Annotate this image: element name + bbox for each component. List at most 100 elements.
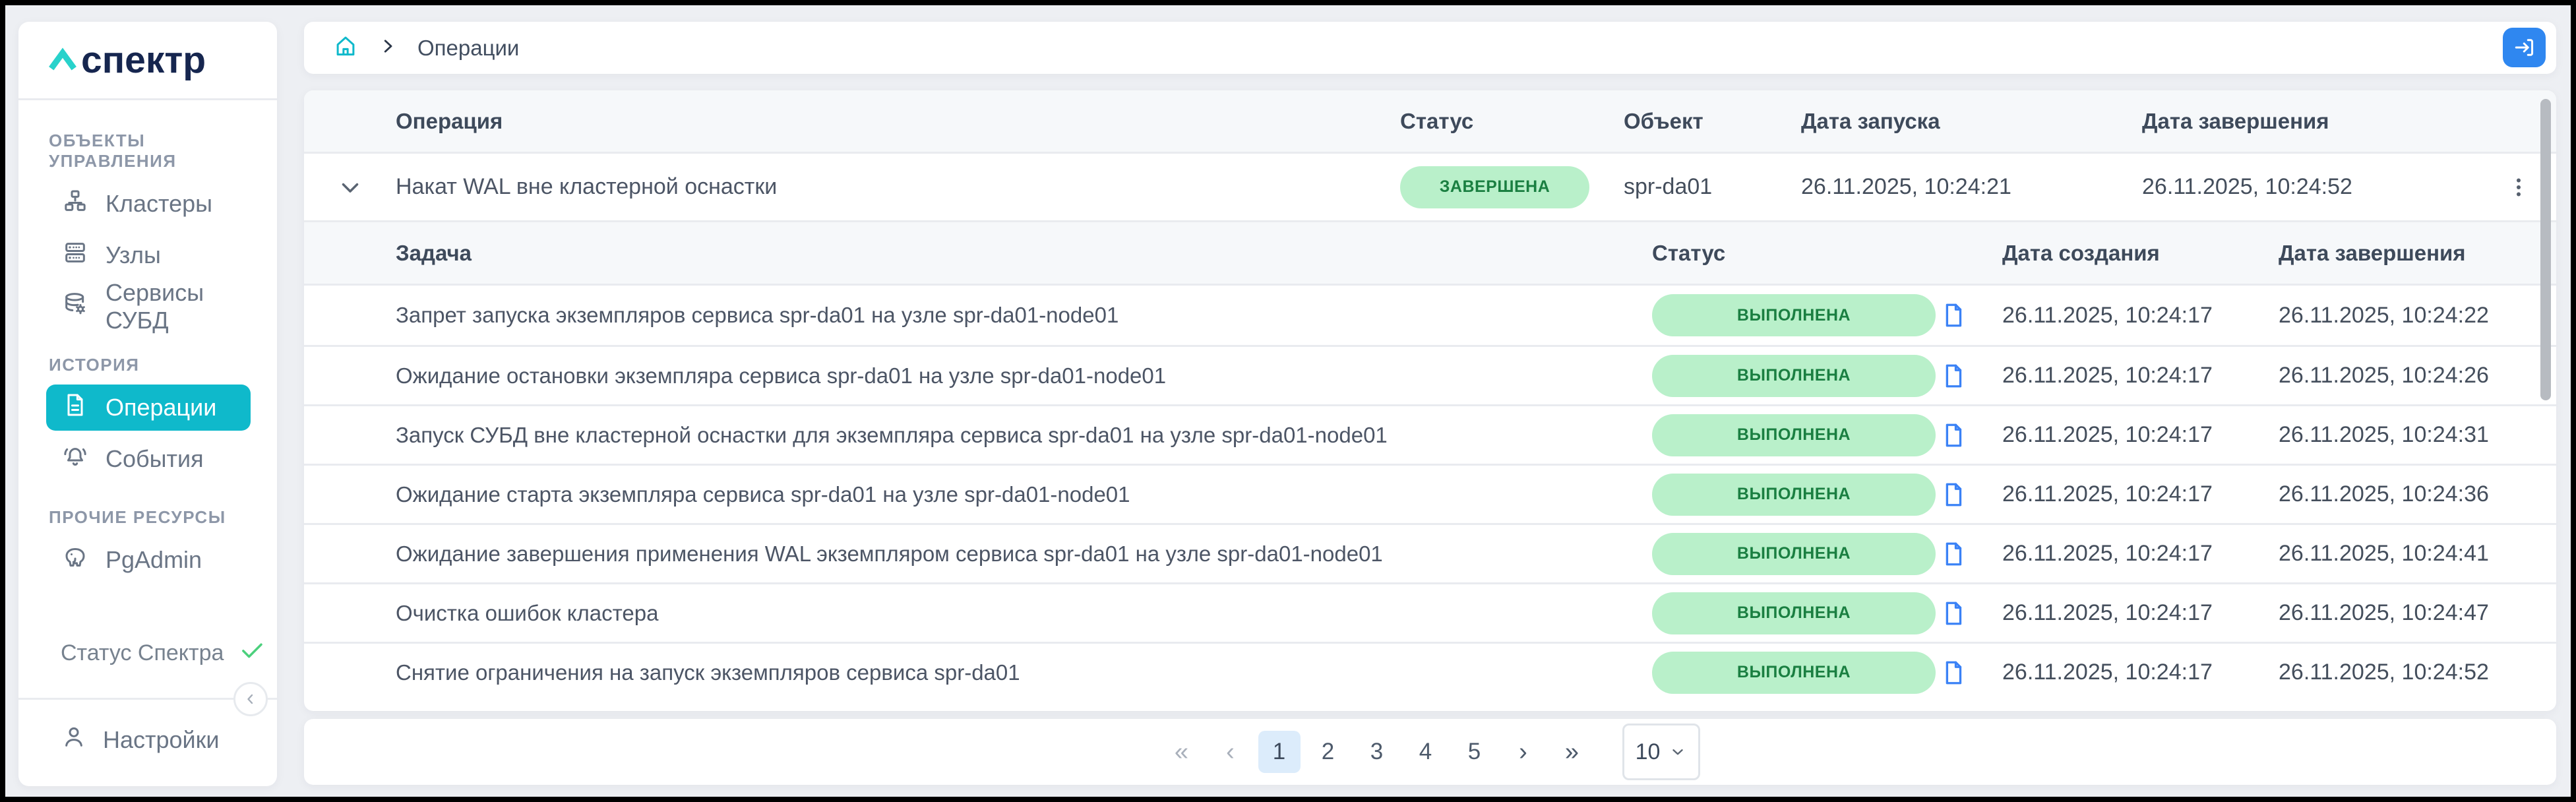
breadcrumb-chevron-icon bbox=[378, 36, 398, 59]
settings-label: Настройки bbox=[103, 726, 220, 754]
task-row: Снятие ограничения на запуск экземпляров… bbox=[304, 642, 2556, 701]
pagination-first-button[interactable]: « bbox=[1161, 731, 1203, 773]
task-created-date: 26.11.2025, 10:24:17 bbox=[2002, 422, 2279, 448]
task-status-badge: ВЫПОЛНЕНА bbox=[1652, 474, 1936, 516]
col-header-object: Объект bbox=[1624, 109, 1801, 134]
sidebar-item-nodes[interactable]: Узлы bbox=[46, 232, 251, 278]
task-name: Запуск СУБД вне кластерной оснастки для … bbox=[396, 423, 1652, 448]
task-log-file-icon[interactable] bbox=[1940, 659, 2002, 687]
task-created-date: 26.11.2025, 10:24:17 bbox=[2002, 363, 2279, 388]
task-status-badge: ВЫПОЛНЕНА bbox=[1652, 592, 1936, 634]
pagination-page-2[interactable]: 2 bbox=[1307, 731, 1349, 773]
task-name: Ожидание завершения применения WAL экзем… bbox=[396, 541, 1652, 567]
task-name: Запрет запуска экземпляров сервиса spr-d… bbox=[396, 303, 1652, 328]
task-status-badge: ВЫПОЛНЕНА bbox=[1652, 533, 1936, 575]
pagination-page-1[interactable]: 1 bbox=[1258, 731, 1301, 773]
task-log-file-icon[interactable] bbox=[1940, 600, 2002, 627]
task-created-date: 26.11.2025, 10:24:17 bbox=[2002, 660, 2279, 685]
col-header-start-date: Дата запуска bbox=[1801, 109, 2142, 134]
section-label-objects: ОБЪЕКТЫ УПРАВЛЕНИЯ bbox=[49, 131, 251, 171]
sidebar-collapse-button[interactable] bbox=[233, 682, 268, 716]
col-header-created-date: Дата создания bbox=[2002, 241, 2279, 266]
task-status-badge: ВЫПОЛНЕНА bbox=[1652, 652, 1936, 694]
chevron-down-icon bbox=[1669, 743, 1686, 760]
task-end-date: 26.11.2025, 10:24:52 bbox=[2279, 660, 2556, 685]
vertical-scrollbar-thumb[interactable] bbox=[2540, 99, 2551, 400]
section-label-other-resources: ПРОЧИЕ РЕСУРСЫ bbox=[49, 507, 251, 528]
task-name: Ожидание старта экземпляра сервиса spr-d… bbox=[396, 482, 1652, 507]
home-icon[interactable] bbox=[333, 34, 358, 62]
operation-name: Накат WAL вне кластерной оснастки bbox=[396, 174, 1400, 200]
task-log-file-icon[interactable] bbox=[1940, 301, 2002, 329]
pagination-prev-button[interactable]: ‹ bbox=[1210, 731, 1252, 773]
task-row: Запрет запуска экземпляров сервиса spr-d… bbox=[304, 286, 2556, 345]
task-row: Очистка ошибок кластера ВЫПОЛНЕНА 26.11.… bbox=[304, 582, 2556, 642]
task-created-date: 26.11.2025, 10:24:17 bbox=[2002, 600, 2279, 626]
page-size-value: 10 bbox=[1636, 739, 1661, 765]
task-name: Ожидание остановки экземпляра сервиса sp… bbox=[396, 363, 1652, 388]
exit-arrow-icon bbox=[2513, 36, 2536, 59]
sidebar-item-label: Сервисы СУБД bbox=[106, 279, 235, 334]
sidebar-item-label: Узлы bbox=[106, 241, 161, 269]
spectr-status: Статус Спектра bbox=[18, 636, 277, 670]
breadcrumb-current-page: Операции bbox=[417, 36, 519, 61]
task-row: Ожидание остановки экземпляра сервиса sp… bbox=[304, 345, 2556, 404]
collapse-row-chevron-icon[interactable] bbox=[304, 173, 396, 201]
pagination-next-button[interactable]: › bbox=[1502, 731, 1545, 773]
task-status-badge: ВЫПОЛНЕНА bbox=[1652, 414, 1936, 456]
col-header-operation: Операция bbox=[396, 109, 1400, 134]
pagination-page-5[interactable]: 5 bbox=[1454, 731, 1496, 773]
sidebar-item-pgadmin[interactable]: PgAdmin bbox=[46, 537, 251, 583]
spectr-status-label: Статус Спектра bbox=[61, 640, 224, 666]
operation-row[interactable]: Накат WAL вне кластерной оснастки ЗАВЕРШ… bbox=[304, 154, 2556, 222]
sidebar-item-operations[interactable]: Операции bbox=[46, 385, 251, 431]
page-size-select[interactable]: 10 bbox=[1622, 724, 1700, 780]
operation-end-date: 26.11.2025, 10:24:52 bbox=[2142, 174, 2480, 200]
sidebar-item-clusters[interactable]: Кластеры bbox=[46, 181, 251, 227]
sidebar-item-label: PgAdmin bbox=[106, 546, 202, 574]
db-services-icon bbox=[62, 291, 88, 323]
logo-text: спектр bbox=[81, 38, 206, 82]
sidebar-item-label: Операции bbox=[106, 394, 216, 421]
sidebar: спектр ОБЪЕКТЫ УПРАВЛЕНИЯ Кластеры Узлы bbox=[18, 22, 277, 786]
task-log-file-icon[interactable] bbox=[1940, 421, 2002, 449]
task-end-date: 26.11.2025, 10:24:41 bbox=[2279, 541, 2556, 567]
task-status-badge: ВЫПОЛНЕНА bbox=[1652, 355, 1936, 397]
sidebar-item-label: События bbox=[106, 445, 204, 473]
task-row: Ожидание старта экземпляра сервиса spr-d… bbox=[304, 464, 2556, 523]
settings-button[interactable]: Настройки bbox=[18, 700, 277, 786]
task-end-date: 26.11.2025, 10:24:31 bbox=[2279, 422, 2556, 448]
operation-start-date: 26.11.2025, 10:24:21 bbox=[1801, 174, 2142, 200]
operations-header-row: Операция Статус Объект Дата запуска Дата… bbox=[304, 90, 2556, 154]
sidebar-spacer bbox=[18, 588, 277, 636]
operations-table: Операция Статус Объект Дата запуска Дата… bbox=[304, 90, 2556, 711]
pagination-last-button[interactable]: » bbox=[1551, 731, 1593, 773]
task-name: Очистка ошибок кластера bbox=[396, 601, 1652, 626]
operation-status-badge: ЗАВЕРШЕНА bbox=[1400, 166, 1589, 208]
sidebar-nav: ОБЪЕКТЫ УПРАВЛЕНИЯ Кластеры Узлы Сервисы… bbox=[18, 100, 277, 588]
screen: спектр ОБЪЕКТЫ УПРАВЛЕНИЯ Кластеры Узлы bbox=[0, 0, 2576, 802]
task-end-date: 26.11.2025, 10:24:47 bbox=[2279, 600, 2556, 626]
status-check-icon bbox=[238, 636, 266, 670]
task-created-date: 26.11.2025, 10:24:17 bbox=[2002, 481, 2279, 507]
task-row: Запуск СУБД вне кластерной оснастки для … bbox=[304, 404, 2556, 464]
task-status-badge: ВЫПОЛНЕНА bbox=[1652, 294, 1936, 336]
events-bell-icon bbox=[62, 443, 88, 476]
nodes-icon bbox=[62, 239, 88, 272]
task-log-file-icon[interactable] bbox=[1940, 362, 2002, 390]
sidebar-divider bbox=[18, 698, 277, 700]
task-name: Снятие ограничения на запуск экземпляров… bbox=[396, 660, 1652, 685]
task-log-file-icon[interactable] bbox=[1940, 481, 2002, 509]
task-log-file-icon[interactable] bbox=[1940, 540, 2002, 568]
sidebar-item-db-services[interactable]: Сервисы СУБД bbox=[46, 284, 251, 330]
pagination-page-3[interactable]: 3 bbox=[1356, 731, 1398, 773]
pagination-bar: « ‹ 1 2 3 4 5 › » 10 bbox=[304, 719, 2556, 785]
logout-button[interactable] bbox=[2503, 28, 2546, 67]
cluster-icon bbox=[62, 188, 88, 220]
pagination-page-4[interactable]: 4 bbox=[1405, 731, 1447, 773]
sidebar-item-events[interactable]: События bbox=[46, 436, 251, 482]
section-label-history: ИСТОРИЯ bbox=[49, 355, 251, 375]
col-header-task-status: Статус bbox=[1652, 241, 1940, 266]
breadcrumb-bar: Операции bbox=[304, 22, 2556, 74]
task-created-date: 26.11.2025, 10:24:17 bbox=[2002, 541, 2279, 567]
